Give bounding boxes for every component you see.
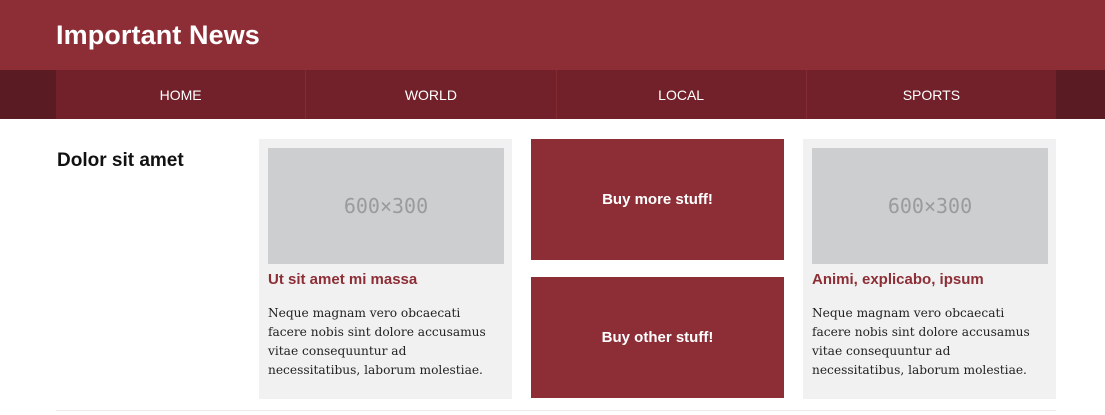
site-title[interactable]: Important News bbox=[56, 20, 260, 51]
nav-item-sports[interactable]: SPORTS bbox=[807, 70, 1056, 119]
image-placeholder: 600×300 bbox=[812, 148, 1048, 264]
ad-banner-buy-more[interactable]: Buy more stuff! bbox=[531, 139, 784, 260]
article-title-link[interactable]: Animi, explicabo, ipsum bbox=[812, 271, 984, 288]
ad-banner-buy-other[interactable]: Buy other stuff! bbox=[531, 277, 784, 398]
article-card: 600×300 Animi, explicabo, ipsum Neque ma… bbox=[803, 139, 1056, 399]
article-summary: Neque magnam vero obcaecati facere nobis… bbox=[268, 306, 486, 377]
nav-item-world[interactable]: WORLD bbox=[306, 70, 557, 119]
main-nav: HOME WORLD LOCAL SPORTS bbox=[56, 70, 1056, 119]
article-summary: Neque magnam vero obcaecati facere nobis… bbox=[812, 306, 1030, 377]
article-card: 600×300 Ut sit amet mi massa Neque magna… bbox=[259, 139, 512, 399]
site-header: Important News bbox=[0, 0, 1105, 70]
section-heading: Dolor sit amet bbox=[57, 150, 184, 171]
nav-item-home[interactable]: HOME bbox=[56, 70, 307, 119]
image-placeholder: 600×300 bbox=[268, 148, 504, 264]
nav-item-local[interactable]: LOCAL bbox=[557, 70, 807, 119]
article-title-link[interactable]: Ut sit amet mi massa bbox=[268, 271, 417, 288]
footer-divider bbox=[56, 410, 1056, 411]
